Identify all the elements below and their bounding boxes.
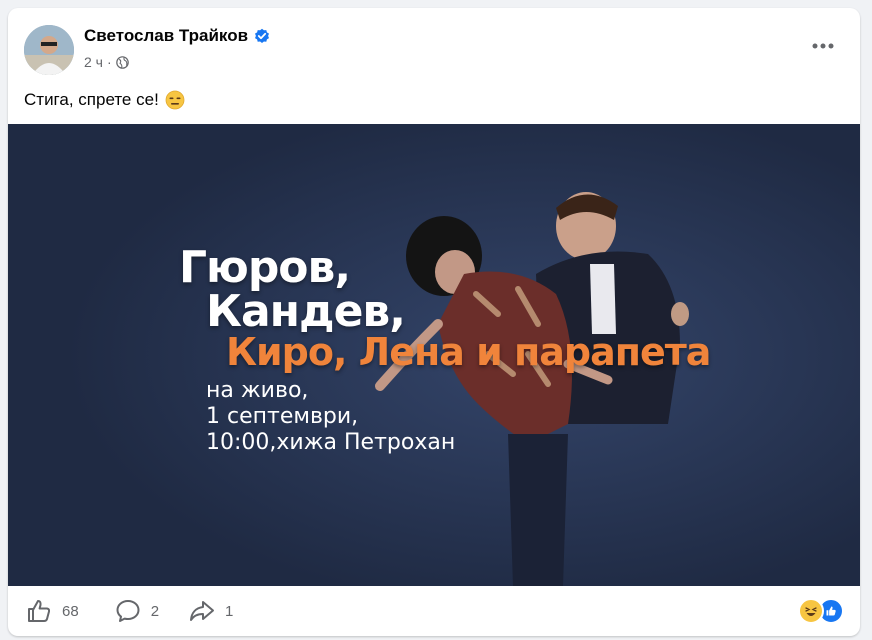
- like-button[interactable]: 68: [26, 598, 79, 624]
- post-meta: 2 ч ·: [84, 54, 129, 70]
- author-name[interactable]: Светослав Трайков: [84, 26, 270, 46]
- expressionless-face-icon: [165, 90, 185, 110]
- post-card: Светослав Трайков 2 ч · Стига, спрете се…: [8, 8, 860, 636]
- comment-button[interactable]: 2: [115, 598, 159, 624]
- image-subline-3: 10:00,хижа Петрохан: [206, 430, 456, 455]
- more-options-button[interactable]: [808, 36, 838, 56]
- post-time[interactable]: 2 ч: [84, 54, 103, 70]
- meta-dot: ·: [106, 54, 112, 70]
- post-actions: 68 2 1: [8, 586, 860, 636]
- image-headline-3: Киро, Лена и парапета: [226, 330, 711, 374]
- share-icon: [190, 601, 215, 621]
- image-subline-1: на живо,: [206, 378, 309, 403]
- share-count: 1: [225, 602, 234, 620]
- verified-badge-icon: [255, 28, 270, 43]
- more-dots-icon: [812, 43, 834, 49]
- post-text-body: Стига, спрете се!: [24, 90, 159, 109]
- image-subline-2: 1 септември,: [206, 404, 359, 429]
- post-image[interactable]: Гюров, Кандев, Киро, Лена и парапета на …: [8, 124, 860, 586]
- avatar[interactable]: [24, 25, 74, 75]
- share-button[interactable]: 1: [189, 598, 233, 624]
- haha-reaction-icon: [798, 598, 824, 624]
- reaction-summary[interactable]: [798, 598, 844, 624]
- author-name-text[interactable]: Светослав Трайков: [84, 26, 248, 46]
- thumbs-up-icon: [28, 600, 51, 622]
- comment-count: 2: [150, 602, 160, 620]
- globe-icon[interactable]: [115, 55, 129, 69]
- like-count: 68: [62, 602, 79, 620]
- comment-icon: [116, 600, 140, 622]
- post-text: Стига, спрете се!: [24, 90, 185, 110]
